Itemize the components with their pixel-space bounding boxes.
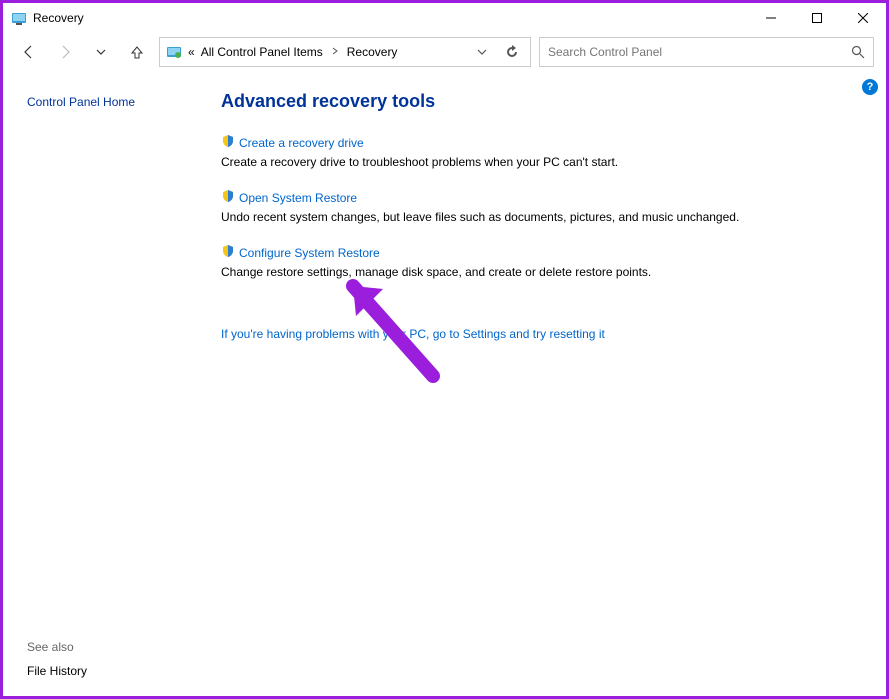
minimize-button[interactable] <box>748 3 794 33</box>
titlebar: Recovery <box>3 3 886 33</box>
back-button[interactable] <box>15 38 43 66</box>
main: ? Advanced recovery tools Create a recov… <box>213 71 886 696</box>
shield-icon <box>221 244 235 261</box>
window-title: Recovery <box>33 11 748 25</box>
see-also-label: See also <box>27 640 213 654</box>
reset-pc-link[interactable]: If you're having problems with your PC, … <box>221 327 605 341</box>
search-box[interactable] <box>539 37 874 67</box>
page-heading: Advanced recovery tools <box>221 91 862 112</box>
tool-link-label: Create a recovery drive <box>239 136 364 150</box>
tool-open-system-restore: Open System Restore Undo recent system c… <box>221 189 862 224</box>
content: Control Panel Home See also File History… <box>3 71 886 696</box>
tool-link-label: Configure System Restore <box>239 246 380 260</box>
recovery-app-icon <box>11 10 27 26</box>
recent-dropdown[interactable] <box>87 38 115 66</box>
shield-icon <box>221 189 235 206</box>
up-button[interactable] <box>123 38 151 66</box>
tool-create-recovery-drive: Create a recovery drive Create a recover… <box>221 134 862 169</box>
nav-row: « All Control Panel Items Recovery <box>3 33 886 71</box>
tool-desc: Create a recovery drive to troubleshoot … <box>221 155 862 169</box>
breadcrumb-prefix: « <box>188 45 195 59</box>
control-panel-icon <box>166 44 182 60</box>
configure-system-restore-link[interactable]: Configure System Restore <box>221 244 380 261</box>
create-recovery-drive-link[interactable]: Create a recovery drive <box>221 134 364 151</box>
file-history-link[interactable]: File History <box>27 664 213 678</box>
chevron-right-icon <box>329 47 341 58</box>
shield-icon <box>221 134 235 151</box>
control-panel-home-link[interactable]: Control Panel Home <box>27 95 213 109</box>
breadcrumb-seg-2[interactable]: Recovery <box>347 45 398 59</box>
close-button[interactable] <box>840 3 886 33</box>
tool-link-label: Open System Restore <box>239 191 357 205</box>
help-icon[interactable]: ? <box>862 79 878 95</box>
forward-button[interactable] <box>51 38 79 66</box>
breadcrumb[interactable]: « All Control Panel Items Recovery <box>159 37 531 67</box>
breadcrumb-dropdown[interactable] <box>470 40 494 64</box>
refresh-button[interactable] <box>500 40 524 64</box>
sidebar: Control Panel Home See also File History <box>3 71 213 696</box>
search-input[interactable] <box>548 45 851 59</box>
open-system-restore-link[interactable]: Open System Restore <box>221 189 357 206</box>
breadcrumb-seg-1[interactable]: All Control Panel Items <box>201 45 323 59</box>
tool-desc: Undo recent system changes, but leave fi… <box>221 210 862 224</box>
search-icon[interactable] <box>851 45 865 59</box>
tool-desc: Change restore settings, manage disk spa… <box>221 265 862 279</box>
window-controls <box>748 3 886 33</box>
tool-configure-system-restore: Configure System Restore Change restore … <box>221 244 862 279</box>
maximize-button[interactable] <box>794 3 840 33</box>
